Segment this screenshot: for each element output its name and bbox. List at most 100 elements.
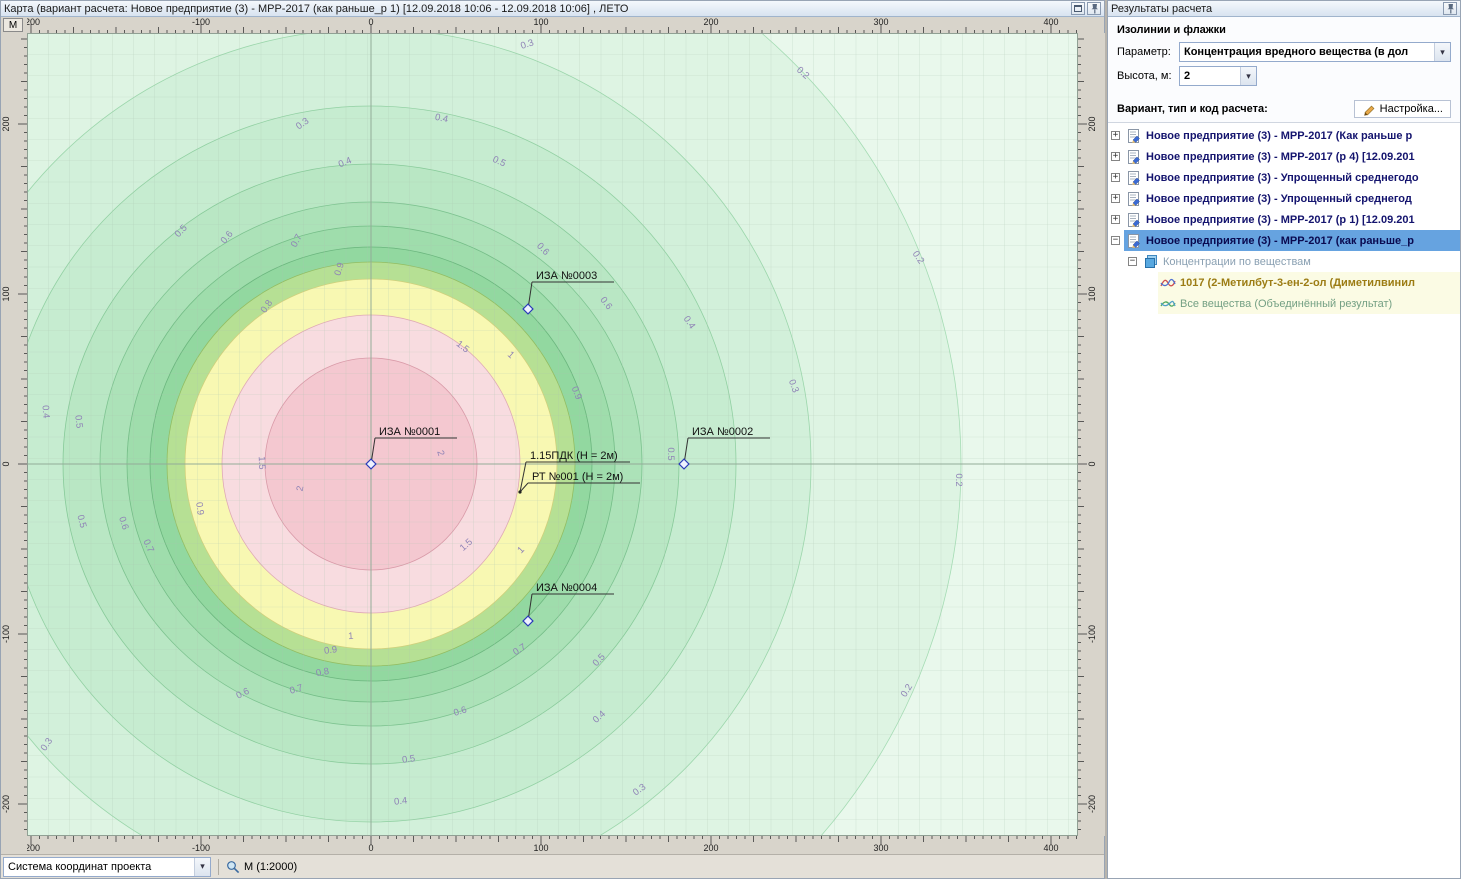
ruler-tick-label: -100 (1, 625, 11, 643)
contour-value-label: 1 (348, 631, 354, 642)
ruler-tick-label: -100 (1087, 625, 1097, 643)
tree-item[interactable]: Все вещества (Объединённый результат) (1108, 293, 1460, 314)
tree-item[interactable]: − Концентрации по веществам (1108, 251, 1460, 272)
results-tree: + Новое предприятие (3) - МРР-2017 (Как р… (1108, 122, 1460, 878)
tree-item-label: Новое предприятие (3) - МРР-2017 (Как ра… (1146, 130, 1412, 142)
pencil-icon (1362, 102, 1376, 116)
report-icon (1126, 234, 1142, 248)
contour-value-label: 0.4 (394, 795, 408, 807)
tree-item[interactable]: + Новое предприятие (3) - Упрощенный сред… (1108, 167, 1460, 188)
map-statusbar: Система координат проекта ▾ М (1:2000) (1, 854, 1104, 878)
map-window-titlebar[interactable]: Карта (вариант расчета: Новое предприяти… (1, 1, 1104, 17)
tree-item-content[interactable]: Новое предприятие (3) - МРР-2017 (Как ра… (1124, 125, 1460, 146)
ruler-tick-label: 100 (533, 843, 548, 853)
ruler-tick-label: -100 (192, 17, 210, 27)
wave-red-icon (1160, 276, 1176, 290)
pin-window-button[interactable] (1087, 2, 1101, 15)
source-label: ИЗА №0003 (536, 270, 597, 282)
height-label: Высота, м: (1117, 70, 1179, 82)
expand-plus-icon[interactable]: + (1111, 131, 1120, 140)
wave-green-icon (1160, 297, 1176, 311)
ruler-horizontal-bottom: -200-1000100200300400 (27, 836, 1078, 854)
map-canvas[interactable]: 0.30.20.30.40.40.50.50.60.70.90.60.20.81… (27, 33, 1078, 836)
layers-icon (1143, 255, 1159, 269)
ruler-tick-label: 300 (873, 843, 888, 853)
units-button[interactable]: М (3, 18, 23, 32)
expand-plus-icon[interactable]: + (1111, 173, 1120, 182)
ruler-horizontal-top: -200-1000100200300400 (27, 17, 1078, 33)
height-select[interactable]: 2 ▾ (1179, 66, 1257, 86)
map-region: М -200-1000100200300400 2001000-100-200 … (1, 17, 1104, 854)
tree-item[interactable]: + Новое предприятие (3) - МРР-2017 (р 4) … (1108, 146, 1460, 167)
map-window-title: Карта (вариант расчета: Новое предприяти… (4, 3, 1069, 15)
coord-system-value: Система координат проекта (8, 861, 194, 873)
settings-button[interactable]: Настройка... (1354, 100, 1451, 118)
tree-item-content[interactable]: Новое предприятие (3) - МРР-2017 (р 1) [… (1124, 209, 1460, 230)
tree-item-label: Новое предприятие (3) - Упрощенный средн… (1146, 172, 1419, 184)
collapse-minus-icon[interactable]: − (1128, 257, 1137, 266)
source-label: 1.15ПДК (Н = 2м) (530, 450, 618, 462)
tree-item[interactable]: −Новое предприятие (3) - МРР-2017 (как р… (1108, 230, 1460, 251)
tree-item-content[interactable]: Концентрации по веществам (1141, 251, 1460, 272)
tree-item-content[interactable]: Новое предприятие (3) - МРР-2017 (как ра… (1124, 230, 1460, 251)
coord-system-select[interactable]: Система координат проекта ▾ (3, 857, 211, 877)
source-label: ИЗА №0004 (536, 582, 597, 594)
report-icon (1126, 192, 1142, 206)
panel-pin-button[interactable] (1443, 2, 1457, 15)
expand-plus-icon[interactable]: + (1111, 152, 1120, 161)
ruler-tick-label: 200 (1087, 116, 1097, 131)
map-scale-label: М (1:2000) (244, 861, 297, 873)
contour-value-label: 0.5 (72, 415, 84, 429)
ruler-tick-label: -200 (1, 795, 11, 813)
results-panel: Результаты расчета Изолинии и флажки Пар… (1107, 0, 1461, 879)
expand-plus-icon[interactable]: + (1111, 215, 1120, 224)
collapse-minus-icon[interactable]: − (1111, 236, 1120, 245)
pin-icon (1089, 3, 1100, 14)
parameter-value: Концентрация вредного вещества (в дол (1184, 46, 1434, 58)
tree-item[interactable]: + Новое предприятие (3) - МРР-2017 (Как р… (1108, 125, 1460, 146)
tree-item-label: Концентрации по веществам (1163, 256, 1311, 268)
contour-value-label: 0.5 (401, 753, 416, 766)
source-label: ИЗА №0001 (379, 426, 440, 438)
calculation-point-marker[interactable] (518, 490, 521, 493)
tree-item[interactable]: 1017 (2-Метилбут-3-ен-2-ол (Диметилвинил (1108, 272, 1460, 293)
tree-item[interactable]: + Новое предприятие (3) - МРР-2017 (р 1) … (1108, 209, 1460, 230)
contour-value-label: 0.8 (315, 666, 330, 679)
ruler-vertical-left: 2001000-100-200 (1, 33, 27, 836)
contour-value-label: 0.9 (193, 501, 206, 516)
tree-item-label: 1017 (2-Метилбут-3-ен-2-ол (Диметилвинил (1180, 277, 1415, 289)
tree-item-content[interactable]: Новое предприятие (3) - Упрощенный средн… (1124, 188, 1460, 209)
isolines-section-label: Изолинии и флажки (1117, 24, 1451, 36)
chevron-down-icon: ▾ (1240, 67, 1256, 85)
tree-item[interactable]: + Новое предприятие (3) - Упрощенный сред… (1108, 188, 1460, 209)
ruler-tick-label: 400 (1043, 843, 1058, 853)
restore-icon (1074, 5, 1082, 12)
tree-item-content[interactable]: Все вещества (Объединённый результат) (1158, 293, 1460, 314)
results-panel-titlebar[interactable]: Результаты расчета (1108, 1, 1460, 17)
ruler-tick-label: 0 (368, 843, 373, 853)
chevron-down-icon: ▾ (194, 858, 210, 876)
ruler-tick-label: 0 (1, 461, 11, 466)
ruler-tick-label: -200 (27, 843, 40, 853)
tree-item-content[interactable]: Новое предприятие (3) - МРР-2017 (р 4) [… (1124, 146, 1460, 167)
settings-button-label: Настройка... (1380, 103, 1443, 115)
tree-item-content[interactable]: Новое предприятие (3) - Упрощенный средн… (1124, 167, 1460, 188)
tree-item-label: Новое предприятие (3) - Упрощенный средн… (1146, 193, 1412, 205)
tree-item-label: Новое предприятие (3) - МРР-2017 (р 1) [… (1146, 214, 1415, 226)
restore-window-button[interactable] (1071, 2, 1085, 15)
ruler-tick-label: 400 (1043, 17, 1058, 27)
height-value: 2 (1184, 70, 1240, 82)
scale-magnifier-icon (226, 860, 240, 874)
parameter-label: Параметр: (1117, 46, 1179, 58)
ruler-tick-label: 100 (533, 17, 548, 27)
contour-value-label: 0.4 (40, 405, 52, 419)
contour-value-label: 1.5 (256, 456, 267, 470)
parameter-select[interactable]: Концентрация вредного вещества (в дол ▾ (1179, 42, 1451, 62)
tree-item-content[interactable]: 1017 (2-Метилбут-3-ен-2-ол (Диметилвинил (1158, 272, 1460, 293)
expand-plus-icon[interactable]: + (1111, 194, 1120, 203)
tree-item-label: Все вещества (Объединённый результат) (1180, 298, 1392, 310)
report-icon (1126, 213, 1142, 227)
ruler-tick-label: -100 (192, 843, 210, 853)
variant-section-label: Вариант, тип и код расчета: (1117, 103, 1268, 115)
statusbar-separator (218, 859, 219, 875)
